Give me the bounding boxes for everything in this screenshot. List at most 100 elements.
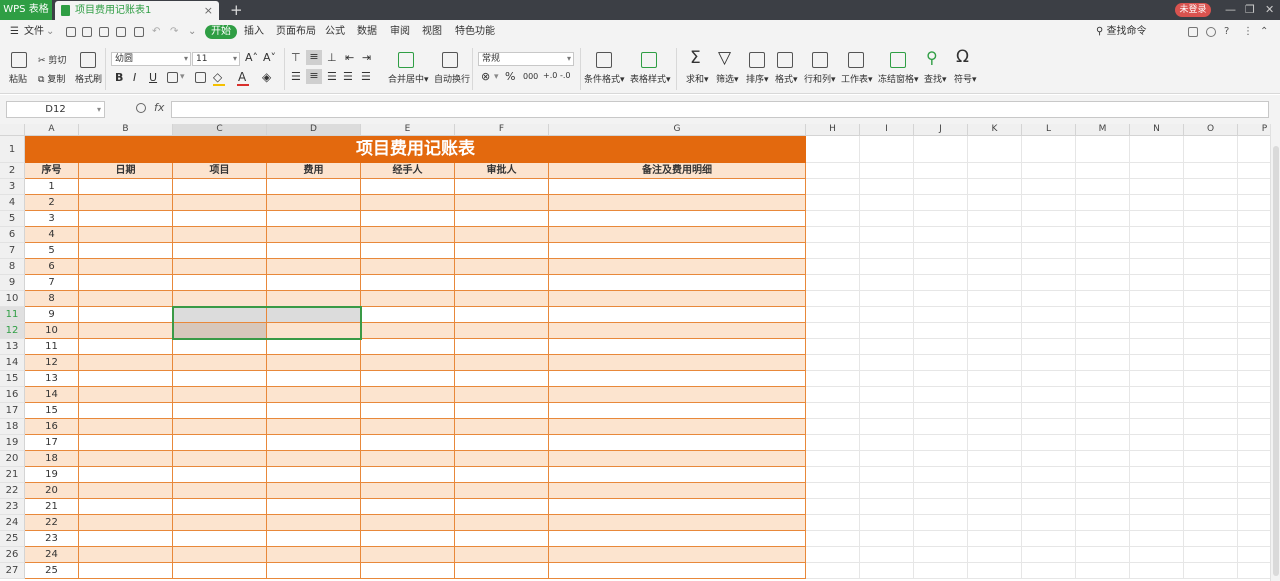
file-menu-chevron-icon[interactable]: ⌄ bbox=[46, 20, 54, 44]
grid-cell[interactable] bbox=[1130, 259, 1184, 275]
serial-cell[interactable]: 18 bbox=[25, 451, 79, 467]
table-cell[interactable] bbox=[455, 387, 549, 403]
column-header[interactable]: G bbox=[549, 124, 806, 136]
table-cell[interactable] bbox=[361, 195, 455, 211]
grid-cell[interactable] bbox=[914, 211, 968, 227]
grid-cell[interactable] bbox=[1076, 323, 1130, 339]
tab-view[interactable]: 视图 bbox=[422, 20, 442, 44]
freeze-panes-button[interactable]: 冻结窗格▾ bbox=[878, 72, 919, 85]
row-header[interactable]: 3 bbox=[0, 179, 25, 195]
table-cell[interactable] bbox=[173, 403, 267, 419]
grid-cell[interactable] bbox=[860, 515, 914, 531]
grid-cell[interactable] bbox=[968, 467, 1022, 483]
grid-cell[interactable] bbox=[806, 547, 860, 563]
grid-cell[interactable] bbox=[1130, 371, 1184, 387]
table-cell[interactable] bbox=[267, 211, 361, 227]
grid-cell[interactable] bbox=[914, 339, 968, 355]
grid-cell[interactable] bbox=[1238, 387, 1270, 403]
grid-cell[interactable] bbox=[860, 275, 914, 291]
table-cell[interactable] bbox=[267, 195, 361, 211]
find-button[interactable]: 查找▾ bbox=[924, 72, 947, 85]
export-icon[interactable] bbox=[99, 27, 109, 37]
serial-cell[interactable]: 12 bbox=[25, 355, 79, 371]
grid-cell[interactable] bbox=[1130, 275, 1184, 291]
serial-cell[interactable]: 15 bbox=[25, 403, 79, 419]
row-header[interactable]: 24 bbox=[0, 515, 25, 531]
table-cell[interactable] bbox=[361, 371, 455, 387]
serial-cell[interactable]: 5 bbox=[25, 243, 79, 259]
table-cell[interactable] bbox=[267, 307, 361, 323]
zoom-icon[interactable] bbox=[136, 103, 146, 113]
table-cell[interactable] bbox=[361, 179, 455, 195]
table-cell[interactable] bbox=[549, 483, 806, 499]
table-cell[interactable] bbox=[361, 355, 455, 371]
align-right-icon[interactable]: ☰ bbox=[327, 70, 337, 83]
grid-cell[interactable] bbox=[914, 243, 968, 259]
grid-cell[interactable] bbox=[968, 195, 1022, 211]
sheet-title[interactable]: 项目费用记账表 bbox=[25, 136, 806, 163]
table-cell[interactable] bbox=[267, 403, 361, 419]
table-cell[interactable] bbox=[549, 259, 806, 275]
grid-cell[interactable] bbox=[1184, 403, 1238, 419]
paste-icon[interactable] bbox=[11, 52, 27, 68]
table-cell[interactable] bbox=[361, 531, 455, 547]
row-header[interactable]: 7 bbox=[0, 243, 25, 259]
table-cell[interactable] bbox=[267, 451, 361, 467]
grid-cell[interactable] bbox=[914, 387, 968, 403]
column-header[interactable]: B bbox=[79, 124, 173, 136]
serial-cell[interactable]: 22 bbox=[25, 515, 79, 531]
column-header[interactable]: I bbox=[860, 124, 914, 136]
grid-cell[interactable] bbox=[1130, 547, 1184, 563]
grid-cell[interactable] bbox=[968, 499, 1022, 515]
grid-cell[interactable] bbox=[1022, 195, 1076, 211]
grid-cell[interactable] bbox=[1022, 291, 1076, 307]
grid-cell[interactable] bbox=[1238, 515, 1270, 531]
grid-cell[interactable] bbox=[1238, 291, 1270, 307]
grid-cell[interactable] bbox=[914, 515, 968, 531]
more-icon[interactable]: ⋮ bbox=[1243, 20, 1253, 44]
grid-cell[interactable] bbox=[1238, 451, 1270, 467]
grid-cell[interactable] bbox=[1076, 547, 1130, 563]
grid-cell[interactable] bbox=[1130, 323, 1184, 339]
grid-cell[interactable] bbox=[860, 403, 914, 419]
column-header[interactable]: D bbox=[267, 124, 361, 136]
align-top-icon[interactable]: ⊤ bbox=[291, 51, 301, 64]
grid-cell[interactable] bbox=[968, 451, 1022, 467]
worksheet-icon[interactable] bbox=[848, 52, 864, 68]
table-cell[interactable] bbox=[455, 275, 549, 291]
table-cell[interactable] bbox=[361, 323, 455, 339]
close-tab-icon[interactable]: × bbox=[204, 1, 213, 20]
grid-cell[interactable] bbox=[1076, 275, 1130, 291]
grid-cell[interactable] bbox=[860, 136, 914, 163]
table-cell[interactable] bbox=[549, 179, 806, 195]
open-icon[interactable] bbox=[66, 27, 76, 37]
grid-cell[interactable] bbox=[1238, 339, 1270, 355]
table-cell[interactable] bbox=[455, 211, 549, 227]
table-cell[interactable] bbox=[549, 243, 806, 259]
spreadsheet-grid[interactable]: A B C D E F G H I J K L M N O P 1 2 3 4 5 6 7 8 9 10 11 12 13 14 15 16 1… bbox=[0, 124, 1270, 581]
grid-cell[interactable] bbox=[914, 307, 968, 323]
cut-button[interactable]: ✂ 剪切 bbox=[38, 53, 66, 66]
tab-home[interactable]: 开始 bbox=[205, 25, 237, 39]
table-cell[interactable] bbox=[267, 563, 361, 579]
grid-cell[interactable] bbox=[968, 419, 1022, 435]
grid-cell[interactable] bbox=[1184, 227, 1238, 243]
table-cell[interactable] bbox=[79, 211, 173, 227]
table-cell[interactable] bbox=[455, 515, 549, 531]
decrease-font-icon[interactable]: A˅ bbox=[263, 51, 276, 64]
grid-cell[interactable] bbox=[1022, 531, 1076, 547]
grid-cell[interactable] bbox=[1184, 563, 1238, 579]
grid-cell[interactable] bbox=[1130, 403, 1184, 419]
table-cell[interactable] bbox=[173, 371, 267, 387]
grid-cell[interactable] bbox=[1076, 179, 1130, 195]
grid-cell[interactable] bbox=[1238, 195, 1270, 211]
column-header[interactable]: N bbox=[1130, 124, 1184, 136]
grid-cell[interactable] bbox=[1238, 179, 1270, 195]
grid-cell[interactable] bbox=[860, 531, 914, 547]
serial-cell[interactable]: 19 bbox=[25, 467, 79, 483]
serial-cell[interactable]: 6 bbox=[25, 259, 79, 275]
table-cell[interactable] bbox=[173, 307, 267, 323]
grid-cell[interactable] bbox=[1076, 163, 1130, 179]
grid-cell[interactable] bbox=[860, 467, 914, 483]
table-cell[interactable] bbox=[361, 307, 455, 323]
